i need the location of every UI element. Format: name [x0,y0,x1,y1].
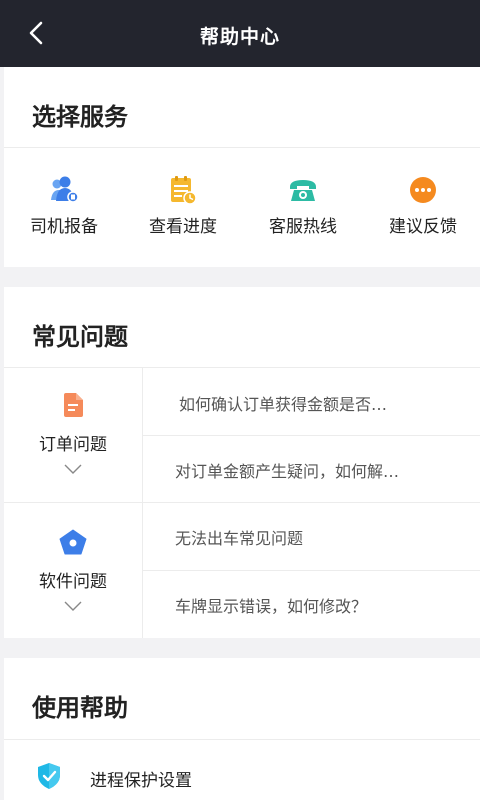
service-progress[interactable]: 查看进度 [128,175,238,237]
document-icon [64,393,83,417]
faq-divider [4,367,480,368]
faq-question-text: 如何确认订单获得金额是否… [179,394,388,414]
shield-check-icon [38,763,60,789]
services-divider [4,147,480,148]
faq-question-text: 对订单金额产生疑问，如何解… [175,461,400,481]
faq-question[interactable]: 无法出车常见问题 [143,503,480,570]
driver-report-icon [51,176,79,203]
faq-category-order[interactable]: 订单问题 [4,392,142,478]
pentagon-icon [59,529,87,555]
faq-question[interactable]: 车牌显示错误，如何修改？ [143,571,480,638]
phone-icon [290,180,316,201]
top-bar: 帮助中心 [0,0,480,67]
faq-question-text: 无法出车常见问题 [175,528,304,548]
faq-category-software[interactable]: 软件问题 [4,529,142,615]
service-hotline[interactable]: 客服热线 [248,175,358,237]
service-driver-report[interactable]: 司机报备 [9,175,119,237]
service-label: 建议反馈 [389,217,457,237]
faq-category-label: 软件问题 [39,572,107,592]
more-dots-icon [410,177,436,203]
page-title: 帮助中心 [199,26,280,48]
faq-question[interactable]: 对订单金额产生疑问，如何解… [143,436,480,503]
progress-note-icon [171,176,197,205]
faq-title: 常见问题 [32,323,128,351]
services-title: 选择服务 [32,103,128,131]
help-item-process-protection[interactable]: 进程保护设置 [4,740,480,800]
faq-question-text: 车牌显示错误，如何修改？ [175,596,368,616]
faq-category-label: 订单问题 [39,435,107,455]
service-feedback[interactable]: 建议反馈 [368,175,478,237]
chevron-down-icon [64,601,82,611]
service-label: 客服热线 [269,217,337,237]
faq-question[interactable]: 如何确认订单获得金额是否… [143,369,480,436]
usage-title: 使用帮助 [32,694,128,722]
service-label: 查看进度 [149,217,217,237]
help-item-label: 进程保护设置 [90,771,192,791]
service-label: 司机报备 [30,217,98,237]
chevron-down-icon [64,464,82,474]
